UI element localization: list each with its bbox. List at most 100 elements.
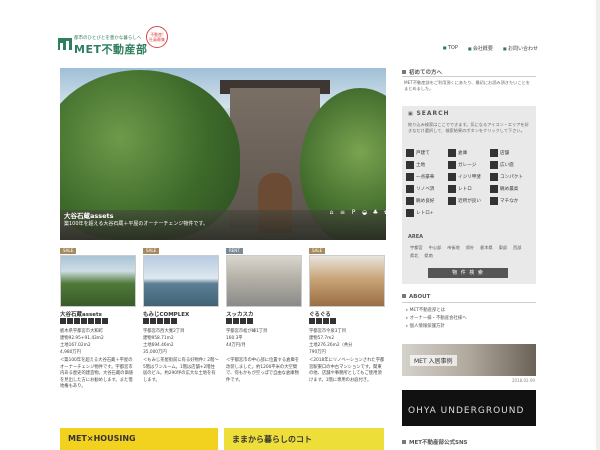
tag-label: レトロ [458,186,472,192]
card-photo[interactable] [309,255,385,307]
about-link[interactable]: MET不動産部とは [406,307,467,315]
card-name[interactable]: スッカスカ [226,310,254,318]
property-card-1[interactable]: SALE 大谷石蔵assets 栃木県宇都宮市大和町 建物92.95+91.43… [60,248,136,400]
stamp-line-2: 社員募集 [149,37,165,42]
tag-renovated[interactable]: リノベ済 [406,184,448,193]
card-label: RENT [226,248,243,254]
feature-icon [309,318,315,324]
feature-icon [233,318,239,324]
layers-icon: ≡ [339,209,346,216]
about-link[interactable]: 個人情報保護方針 [406,323,467,331]
card-building-area: 建物92.95+91.43m2 [60,336,104,341]
housing-banner[interactable]: MET×HOUSING [60,428,218,450]
page-scrollbar[interactable] [596,0,600,450]
area-option[interactable]: 西部 [513,244,521,252]
area-option[interactable]: 市街地 [447,244,460,252]
sns-heading: MET不動産部公式SNS [402,438,468,446]
site-header: 都市のひとびとを豊かな暮らしへ MET不動産部 不動産! 社員募集 TOP 会社… [0,0,600,60]
neighborhood-icon [448,196,456,205]
card-land-area: 土地167.02m2 [60,343,91,348]
feature-icon [60,318,66,324]
card-name[interactable]: ぐるぐる [309,310,331,318]
area-option[interactable]: 東部 [499,244,507,252]
land-icon [406,160,414,169]
tag-view[interactable]: 眺め最高 [490,184,532,193]
area-option[interactable]: 県北 [410,252,418,260]
ohya-banner-label: OHYA UNDERGROUND [408,406,525,416]
tag-retro-plus[interactable]: レトロ+ [406,208,448,217]
card-land-area: 土地276.26m2（共分 [309,343,353,348]
parking-icon: P [351,209,356,216]
card-name[interactable]: もみじCOMPLEX [143,310,189,318]
about-link[interactable]: オーナー様・不動産会社様へ [406,315,467,323]
tag-shop[interactable]: 店舗 [490,148,532,157]
feature-icon [67,318,73,324]
ohya-underground-banner[interactable]: OHYA UNDERGROUND [402,390,536,426]
property-card-4[interactable]: SALE ぐるぐる 宇都宮市今泉3丁目 建物57.7m2 土地276.26m2（… [309,248,385,400]
card-photo[interactable] [143,255,219,307]
welcome-heading[interactable]: 初めての方へ [402,68,442,76]
feature-icon [102,318,108,324]
feature-icon [323,318,329,324]
feature-icon [95,318,101,324]
card-land-area: 土地694.46m2 [143,343,174,348]
banner-date: 2018.02.09 [512,378,535,383]
tag-luxury[interactable]: 一点豪華 [406,172,448,181]
card-description: ＜築100年を超える大谷石蔵＋平屋のオーナーチェンジ物件です。宇都宮市内ある歴史… [60,358,134,389]
area-option[interactable]: 栃木県 [480,244,493,252]
lifestyle-banner[interactable]: ままから暮らしのコト [224,428,384,450]
area-option[interactable]: 郊外 [466,244,474,252]
tag-label: コンパクト [500,174,523,180]
feature-icon [226,318,232,324]
card-address: 宇都宮市西大寛2丁目 [143,329,185,334]
property-card-2[interactable]: SALE もみじCOMPLEX 宇都宮市西大寛2丁目 建物958.71m2 土地… [143,248,219,400]
banner-text: MET×HOUSING [68,434,136,443]
feature-icon [171,318,177,324]
feature-icon [143,318,149,324]
tag-retro[interactable]: レトロ [448,184,490,193]
card-photo[interactable] [60,255,136,307]
card-photo[interactable] [226,255,302,307]
tag-label: 戸建て [416,150,430,156]
area-list: 宇都宮 中心部 市街地 郊外 栃木県 東部 西部 県北 県南 [410,244,534,260]
tag-label: 広い庭 [500,162,514,168]
tag-label: 眺め良好 [416,198,435,204]
shop-icon [490,148,498,157]
logo-text[interactable]: MET不動産部 [74,41,147,57]
hero-title[interactable]: 大谷石蔵assets [64,210,114,220]
nav-contact-link[interactable]: お問い合わせ [503,45,538,52]
nav-company-link[interactable]: 会社概要 [468,45,493,52]
garage-icon [448,160,456,169]
feature-icon [88,318,94,324]
divider [402,76,536,77]
card-name[interactable]: 大谷石蔵assets [60,310,102,318]
tag-neighborhood[interactable]: 近所が良い [448,196,490,205]
property-search-button[interactable]: 物 件 検 索 [428,268,508,278]
card-icon-row [309,318,336,324]
tag-garage[interactable]: ガレージ [448,160,490,169]
tag-compact[interactable]: コンパクト [490,172,532,181]
feature-icon [330,318,336,324]
tag-garden[interactable]: 広い庭 [490,160,532,169]
tag-diy[interactable]: イジリ甲斐 [448,172,490,181]
tag-good-view[interactable]: 眺め良好 [406,196,448,205]
house-icon: ⌂ [329,209,334,216]
recruit-stamp[interactable]: 不動産! 社員募集 [146,26,168,48]
welcome-text: MET不動産部をご利用頂くにあたり、最初にお読み頂きたいことをまとめました。 [404,80,530,91]
view-icon [490,184,498,193]
logo-mark-icon[interactable] [58,38,72,50]
tag-detached-house[interactable]: 戸建て [406,148,448,157]
nav-top-link[interactable]: TOP [443,45,458,52]
property-card-3[interactable]: RENT スッカスカ 宇都宮市松が峰1丁目 160.3平 44万円/月 ＜宇都宮… [226,248,302,400]
about-heading: ABOUT [402,294,430,300]
tag-downtown[interactable]: マチなか [490,196,532,205]
tag-land[interactable]: 土地 [406,160,448,169]
retro-icon [448,184,456,193]
area-option[interactable]: 宇都宮 [410,244,423,252]
area-option[interactable]: 県南 [424,252,432,260]
area-option[interactable]: 中心部 [429,244,442,252]
case-study-banner[interactable]: MET 入居事例 [402,344,536,376]
card-address: 宇都宮市松が峰1丁目 [226,329,268,334]
tag-label: イジリ甲斐 [458,174,481,180]
tag-warehouse[interactable]: 倉庫 [448,148,490,157]
